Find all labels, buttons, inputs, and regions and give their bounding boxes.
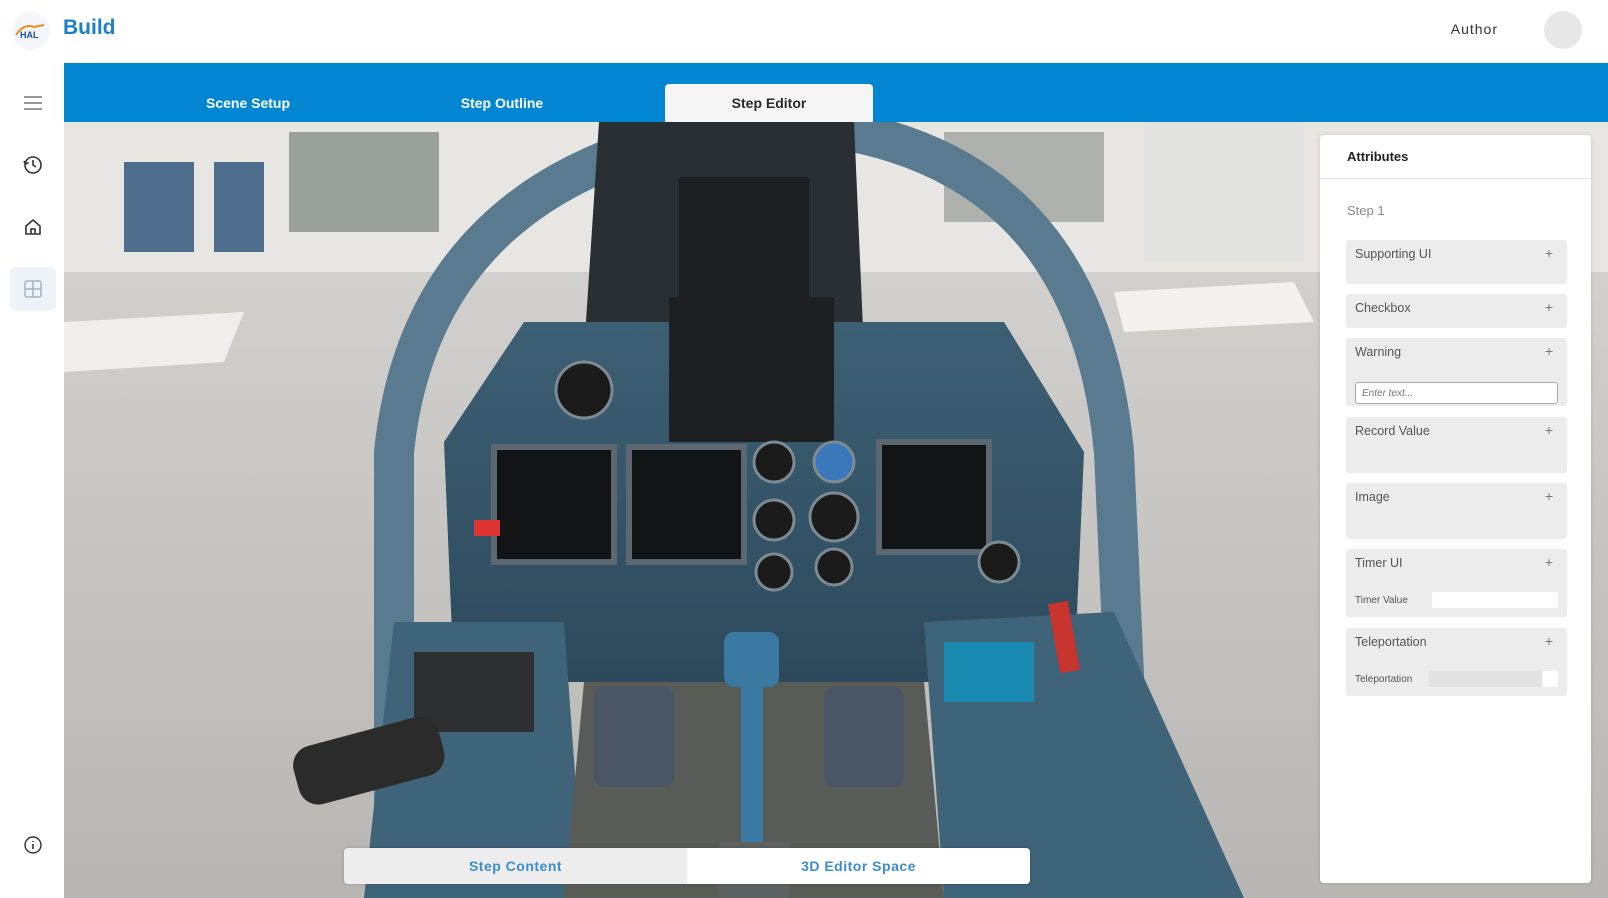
author-label[interactable]: Author xyxy=(1451,21,1498,37)
step-label: Step 1 xyxy=(1347,203,1385,218)
add-record-value-button[interactable]: + xyxy=(1545,422,1553,438)
brand-logo[interactable]: HAL xyxy=(12,12,50,50)
add-checkbox-button[interactable]: + xyxy=(1545,299,1553,315)
grid-icon[interactable] xyxy=(10,267,56,311)
card-checkbox: Checkbox + xyxy=(1346,294,1567,328)
card-title: Record Value xyxy=(1355,424,1430,438)
add-image-button[interactable]: + xyxy=(1545,488,1553,504)
tabs-bar: Scene Setup Step Outline Step Editor xyxy=(64,63,1608,122)
top-bar: HAL Build Author xyxy=(0,0,1608,63)
card-warning: Warning + xyxy=(1346,338,1567,406)
add-timer-ui-button[interactable]: + xyxy=(1545,554,1553,570)
timer-value-field[interactable] xyxy=(1432,592,1558,608)
timer-value-label: Timer Value xyxy=(1355,595,1408,606)
warning-text-input[interactable] xyxy=(1355,382,1558,404)
info-icon[interactable] xyxy=(10,823,56,867)
add-warning-button[interactable]: + xyxy=(1545,343,1553,359)
attributes-panel: Attributes Step 1 Supporting UI + Checkb… xyxy=(1320,135,1591,883)
view-toggle-bar: Step Content 3D Editor Space xyxy=(344,848,1030,884)
card-record-value: Record Value + xyxy=(1346,417,1567,473)
3d-editor-space-button[interactable]: 3D Editor Space xyxy=(687,848,1030,884)
attributes-title: Attributes xyxy=(1320,135,1591,179)
svg-text:HAL: HAL xyxy=(20,30,39,40)
avatar[interactable] xyxy=(1544,11,1582,49)
teleportation-slider[interactable] xyxy=(1429,671,1558,687)
step-content-button[interactable]: Step Content xyxy=(344,848,687,884)
teleportation-label: Teleportation xyxy=(1355,674,1413,685)
card-image: Image + xyxy=(1346,483,1567,539)
card-title: Warning xyxy=(1355,345,1402,359)
card-timer-ui: Timer UI + Timer Value xyxy=(1346,549,1567,617)
add-teleportation-button[interactable]: + xyxy=(1545,633,1553,649)
app-title: Build xyxy=(63,16,116,39)
history-icon[interactable] xyxy=(10,143,56,187)
slider-handle[interactable] xyxy=(1542,671,1558,687)
card-title: Teleportation xyxy=(1355,635,1427,649)
tab-scene-setup[interactable]: Scene Setup xyxy=(144,84,352,122)
card-title: Image xyxy=(1355,490,1390,504)
tab-step-outline[interactable]: Step Outline xyxy=(398,84,606,122)
home-icon[interactable] xyxy=(10,205,56,249)
card-title: Checkbox xyxy=(1355,301,1411,315)
card-title: Supporting UI xyxy=(1355,247,1432,261)
tab-step-editor[interactable]: Step Editor xyxy=(665,84,873,122)
card-supporting-ui: Supporting UI + xyxy=(1346,240,1567,284)
card-teleportation: Teleportation + Teleportation xyxy=(1346,628,1567,696)
card-title: Timer UI xyxy=(1355,556,1403,570)
sidebar xyxy=(0,63,64,898)
menu-icon[interactable] xyxy=(10,81,56,125)
add-supporting-ui-button[interactable]: + xyxy=(1545,245,1553,261)
